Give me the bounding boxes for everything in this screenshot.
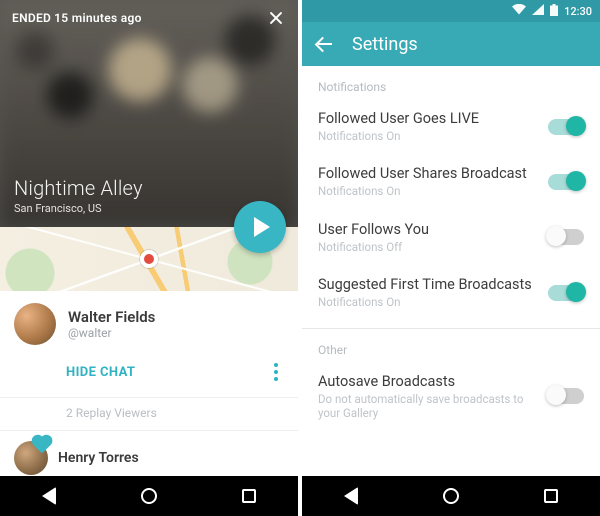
toggle[interactable] — [548, 388, 584, 404]
broadcast-location: San Francisco, US — [14, 202, 143, 215]
app-bar: Settings — [302, 22, 600, 66]
map-pin-icon — [140, 250, 158, 268]
broadcaster-meta: Walter Fields @walter — [68, 308, 155, 340]
nav-back-icon[interactable] — [344, 487, 358, 505]
android-nav-bar — [302, 476, 600, 516]
avatar[interactable] — [14, 303, 56, 345]
nav-recents-icon[interactable] — [242, 489, 256, 503]
nav-home-icon[interactable] — [141, 488, 157, 504]
setting-user-follows-you[interactable]: User Follows You Notifications Off — [302, 213, 600, 268]
clock: 12:30 — [564, 5, 592, 18]
battery-icon — [550, 4, 558, 19]
setting-subtitle: Notifications On — [318, 295, 532, 309]
setting-subtitle: Notifications On — [318, 129, 479, 143]
close-icon[interactable] — [266, 8, 286, 28]
hero-caption: Nightime Alley San Francisco, US — [14, 176, 143, 215]
setting-title: Followed User Shares Broadcast — [318, 165, 527, 182]
overflow-menu-icon[interactable] — [268, 357, 284, 387]
setting-suggested-broadcasts[interactable]: Suggested First Time Broadcasts Notifica… — [302, 268, 600, 323]
ended-ago: 15 minutes ago — [54, 11, 142, 25]
broadcaster-handle: @walter — [68, 326, 155, 340]
toggle[interactable] — [548, 229, 584, 245]
replay-viewers-label: 2 Replay Viewers — [0, 397, 298, 431]
setting-followed-shares[interactable]: Followed User Shares Broadcast Notificat… — [302, 157, 600, 212]
nav-home-icon[interactable] — [443, 488, 459, 504]
setting-title: User Follows You — [318, 221, 429, 238]
back-icon[interactable] — [316, 35, 334, 53]
setting-subtitle: Notifications Off — [318, 240, 429, 254]
toggle[interactable] — [548, 119, 584, 135]
toggle[interactable] — [548, 285, 584, 301]
settings-screen: 12:30 Settings Notifications Followed Us… — [302, 0, 600, 516]
wifi-icon — [512, 4, 526, 18]
broadcaster-row: Walter Fields @walter — [0, 291, 298, 349]
ended-label: ENDED — [12, 11, 51, 25]
hide-chat-row: HIDE CHAT — [0, 349, 298, 397]
setting-subtitle: Do not automatically save broadcasts to … — [318, 392, 538, 421]
android-nav-bar — [0, 476, 298, 516]
nav-recents-icon[interactable] — [544, 489, 558, 503]
map-container — [0, 227, 298, 291]
signal-icon — [532, 4, 544, 18]
section-header-other: Other — [302, 329, 600, 363]
left-content: ENDED 15 minutes ago Nightime Alley San … — [0, 0, 298, 476]
viewer-name: Henry Torres — [58, 450, 139, 466]
play-icon — [254, 217, 270, 237]
page-title: Settings — [352, 34, 418, 55]
setting-subtitle: Notifications On — [318, 184, 527, 198]
setting-title: Followed User Goes LIVE — [318, 110, 479, 127]
ended-status: ENDED 15 minutes ago — [12, 11, 142, 25]
broadcast-title: Nightime Alley — [14, 176, 143, 200]
section-header-notifications: Notifications — [302, 66, 600, 100]
nav-back-icon[interactable] — [42, 487, 56, 505]
broadcast-detail-screen: ENDED 15 minutes ago Nightime Alley San … — [0, 0, 298, 516]
heart-icon — [33, 436, 50, 453]
setting-title: Suggested First Time Broadcasts — [318, 276, 532, 293]
hide-chat-button[interactable]: HIDE CHAT — [66, 365, 135, 380]
viewer-row[interactable]: Henry Torres — [0, 431, 298, 475]
setting-followed-live[interactable]: Followed User Goes LIVE Notifications On — [302, 100, 600, 157]
status-bar: 12:30 — [302, 0, 600, 22]
settings-list: Notifications Followed User Goes LIVE No… — [302, 66, 600, 476]
hero-image: ENDED 15 minutes ago Nightime Alley San … — [0, 0, 298, 227]
setting-title: Autosave Broadcasts — [318, 373, 538, 390]
broadcaster-name: Walter Fields — [68, 308, 155, 326]
toggle[interactable] — [548, 174, 584, 190]
hero-top-bar: ENDED 15 minutes ago — [0, 0, 298, 28]
play-button[interactable] — [234, 201, 286, 253]
setting-autosave[interactable]: Autosave Broadcasts Do not automatically… — [302, 363, 600, 435]
